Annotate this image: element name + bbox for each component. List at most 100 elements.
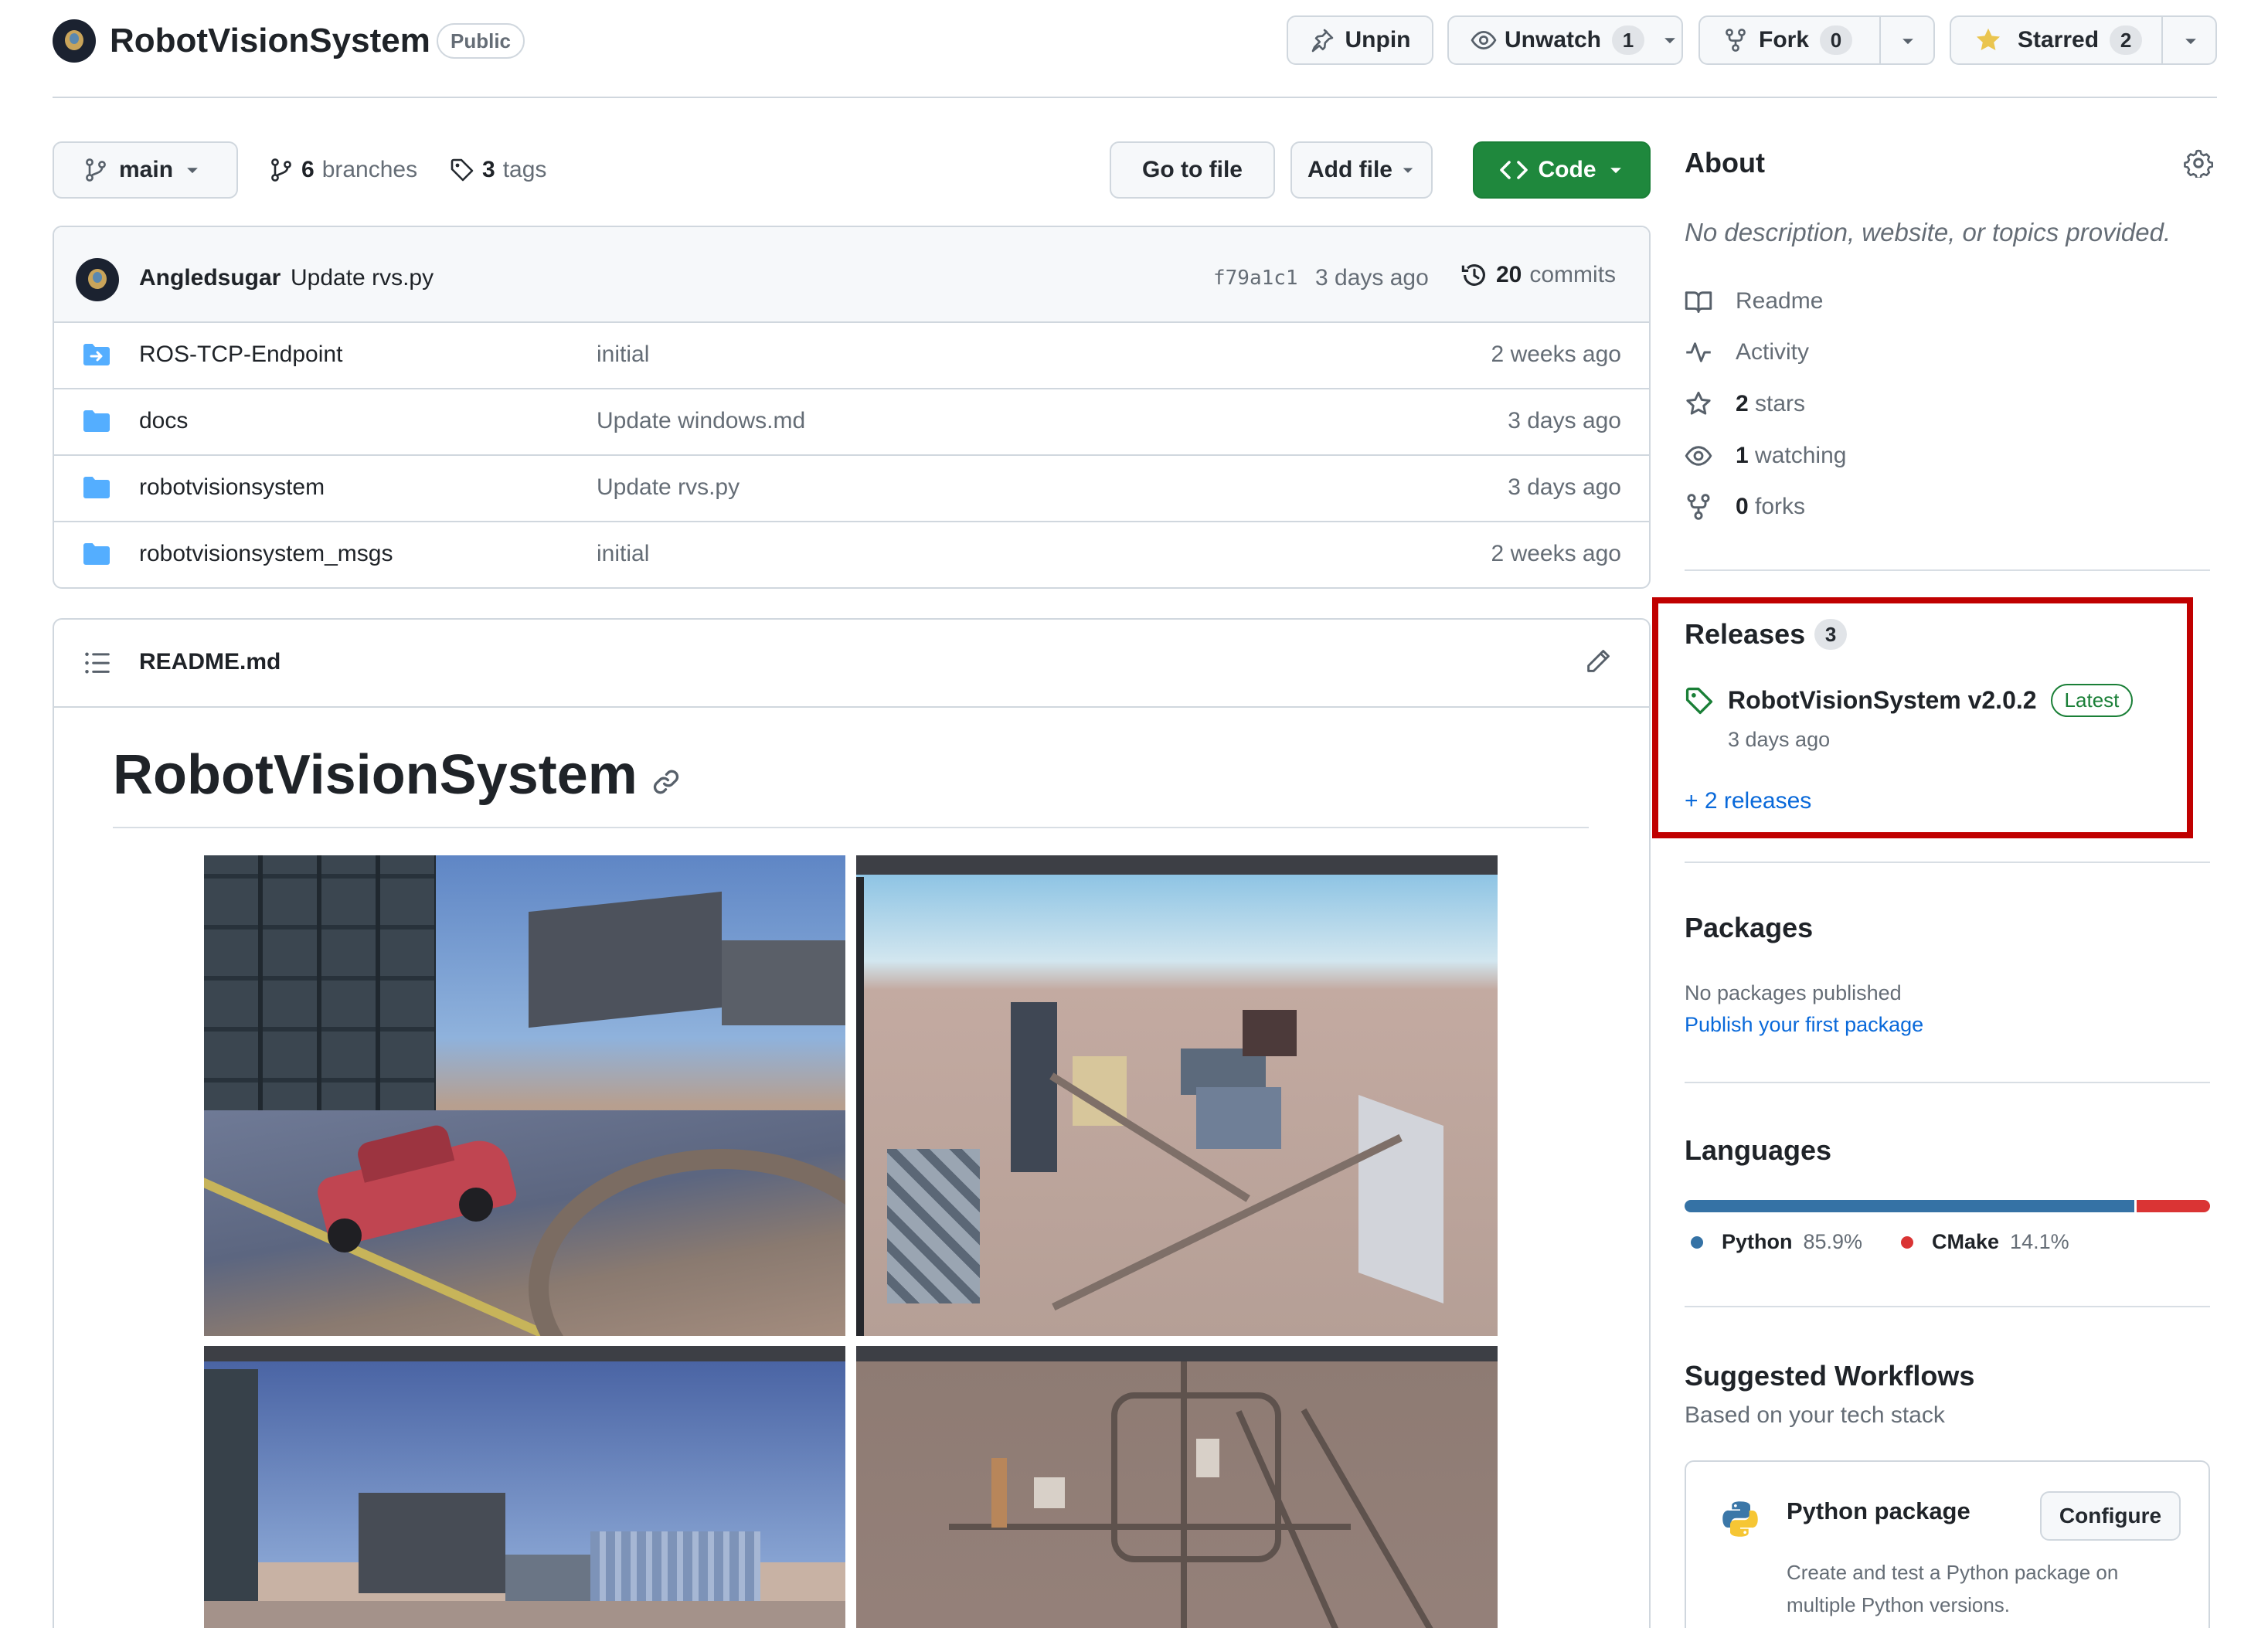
list-icon[interactable] [83,649,111,677]
star-dropdown-icon[interactable] [2182,32,2199,49]
file-name[interactable]: robotvisionsystem_msgs [139,541,393,567]
file-commit-message[interactable]: Update windows.md [597,408,805,434]
watch-count: 1 [1612,25,1645,55]
workflow-card: Python package Configure Create and test… [1685,1460,2210,1628]
latest-release-time: 3 days ago [1728,728,1831,751]
about-activity[interactable]: Activity [1685,338,1809,366]
about-forks[interactable]: 0 forks [1685,493,1805,521]
unpin-button[interactable]: Unpin [1287,15,1433,65]
language-python-percent: 85.9% [1803,1230,1863,1253]
workflow-card-desc-line2: multiple Python versions. [1787,1593,2011,1616]
file-table: Angledsugar Update rvs.py f79a1c1 3 days… [53,226,1651,589]
pin-icon [1311,29,1333,53]
add-file-label: Add file [1307,157,1392,182]
tags-link[interactable]: 3 tags [450,153,546,187]
languages-title: Languages [1685,1134,1832,1166]
workflows-title: Suggested Workflows [1685,1360,1975,1392]
releases-header[interactable]: Releases 3 [1685,618,1848,651]
eye-icon [1471,30,1497,50]
about-watching[interactable]: 1 watching [1685,442,1846,470]
file-commit-message[interactable]: initial [597,541,649,567]
fork-button-group: Fork 0 [1698,15,1935,65]
file-commit-message[interactable]: initial [597,342,649,368]
readme-image-aerial[interactable] [856,855,1498,1336]
packages-divider [1685,1082,2210,1083]
unwatch-button[interactable]: Unwatch 1 [1447,15,1683,65]
commit-message[interactable]: Update rvs.py [291,265,434,291]
about-activity-label: Activity [1736,339,1810,365]
readme-filename[interactable]: README.md [139,649,281,675]
gear-icon[interactable] [2184,148,2213,178]
file-time: 2 weeks ago [1491,342,1621,367]
file-name[interactable]: docs [139,408,188,434]
branch-icon [86,158,106,182]
file-row[interactable]: docs Update windows.md 3 days ago [54,389,1649,454]
about-readme[interactable]: Readme [1685,287,1823,315]
cmake-dot-icon [1901,1235,1913,1249]
code-button[interactable]: Code [1473,141,1651,199]
add-file-button[interactable]: Add file [1290,141,1433,199]
latest-badge: Latest [2050,684,2134,717]
more-releases-link[interactable]: + 2 releases [1685,788,1811,814]
readme-heading-rule [113,827,1589,828]
branch-icon [271,158,291,182]
file-time: 3 days ago [1508,474,1621,500]
commits-link[interactable]: 20 commits [1460,261,1616,289]
pencil-icon[interactable] [1584,647,1612,675]
unwatch-label: Unwatch [1505,27,1602,53]
fork-dropdown-icon[interactable] [1899,32,1916,49]
repo-name[interactable]: RobotVisionSystem [110,22,430,60]
commit-hash[interactable]: f79a1c1 [1213,267,1298,290]
branches-label: branches [321,157,418,182]
language-cmake[interactable]: CMake 14.1% [1901,1230,2069,1254]
star-filled-icon [1976,28,2001,51]
configure-button[interactable]: Configure [2040,1491,2181,1541]
author-avatar[interactable] [76,258,119,301]
book-icon [1685,291,1712,313]
code-label: Code [1538,157,1596,182]
file-row[interactable]: robotvisionsystem Update rvs.py 3 days a… [54,456,1649,521]
packages-title[interactable]: Packages [1685,912,1813,944]
about-stars[interactable]: 2 stars [1685,390,1805,418]
readme-header: README.md [54,620,1649,706]
language-python[interactable]: Python 85.9% [1691,1230,1862,1254]
latest-release[interactable]: RobotVisionSystem v2.0.2 Latest [1685,684,2134,717]
fork-icon [1726,29,1746,52]
starred-label[interactable]: Starred [2018,27,2099,53]
file-commit-message[interactable]: Update rvs.py [597,474,740,501]
branches-link[interactable]: 6 branches [269,153,417,187]
about-watching-count: 1 [1736,443,1749,468]
fork-count: 0 [1820,25,1853,55]
about-title: About [1685,147,1765,178]
repo-avatar[interactable] [53,19,96,63]
link-icon[interactable] [651,767,681,797]
commit-author[interactable]: Angledsugar [139,265,281,291]
branches-count: 6 [301,157,315,182]
file-row[interactable]: robotvisionsystem_msgs initial 2 weeks a… [54,522,1649,587]
publish-package-link[interactable]: Publish your first package [1685,1013,1923,1037]
fork-icon [1687,494,1710,520]
branch-select[interactable]: main [53,141,238,199]
readme-image-map[interactable] [856,1346,1498,1628]
pulse-icon [1686,342,1711,362]
folder-icon [83,477,110,498]
file-row[interactable]: ROS-TCP-Endpoint initial 2 weeks ago [54,323,1649,388]
about-description: No description, website, or topics provi… [1685,218,2171,246]
commits-count: 20 [1496,262,1522,287]
chevron-down-icon[interactable] [1661,32,1678,49]
python-dot-icon [1691,1235,1703,1249]
readme-image-street[interactable] [204,855,845,1336]
file-name[interactable]: ROS-TCP-Endpoint [139,342,342,368]
go-to-file-button[interactable]: Go to file [1110,141,1275,199]
releases-title: Releases [1685,618,1806,650]
about-watching-label: watching [1755,443,1847,468]
readme-image-skyline[interactable] [204,1346,845,1628]
file-name[interactable]: robotvisionsystem [139,474,325,501]
readme-box: README.md RobotVisionSystem [53,618,1651,1628]
latest-release-name[interactable]: RobotVisionSystem v2.0.2 [1728,686,2037,715]
workflow-card-title: Python package [1787,1497,1970,1524]
fork-label[interactable]: Fork [1759,27,1809,53]
starred-button-group: Starred 2 [1950,15,2217,65]
commit-time: 3 days ago [1315,265,1429,291]
tag-icon [451,158,474,182]
